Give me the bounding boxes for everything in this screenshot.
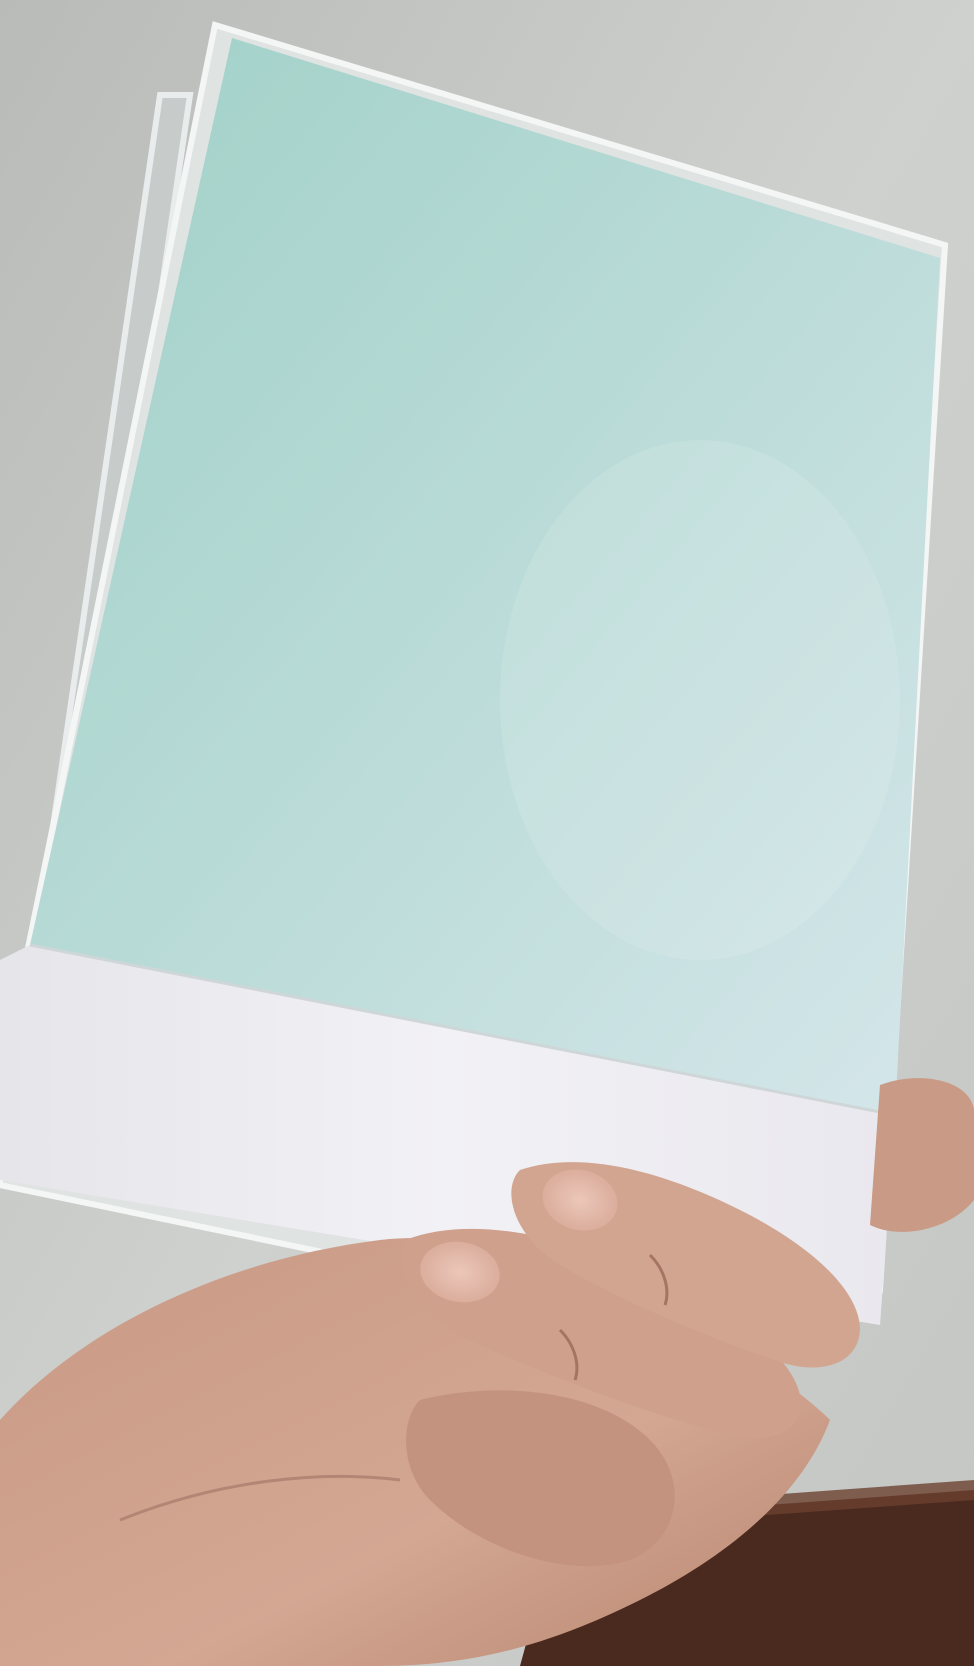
hand-thumb <box>870 1078 974 1232</box>
photo-scene <box>0 0 974 1666</box>
cover-highlight <box>500 440 900 960</box>
photo-canvas <box>0 0 974 1666</box>
